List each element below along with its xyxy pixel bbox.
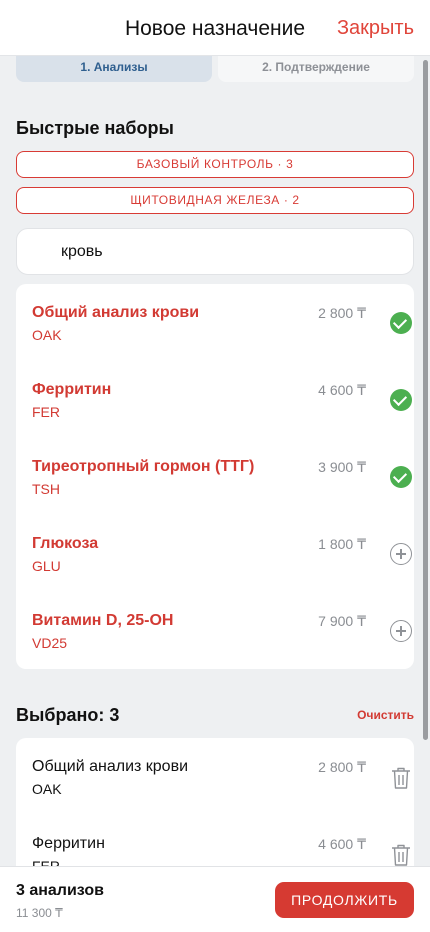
test-price: 7 900 ₸ <box>318 613 366 629</box>
test-name: Общий анализ крови <box>32 304 200 321</box>
clear-button[interactable]: Очистить <box>357 708 414 722</box>
test-code: TSH <box>32 481 60 497</box>
selected-total: 11 300 ₸ <box>16 906 63 920</box>
stepper: 1. Анализы 2. Подтверждение <box>16 56 414 82</box>
content-scroll[interactable]: 1. Анализы 2. Подтверждение Быстрые набо… <box>0 56 430 866</box>
add-circle-icon[interactable] <box>390 620 412 642</box>
selected-test-price: 4 600 ₸ <box>318 836 366 852</box>
list-item: Ферритин FER 4 600 ₸ <box>16 815 414 866</box>
close-button[interactable]: Закрыть <box>337 17 414 40</box>
test-name: Ферритин <box>32 381 112 398</box>
selected-list: Общий анализ крови OAK 2 800 ₸ Ферритин … <box>16 738 414 866</box>
check-icon[interactable] <box>390 312 412 334</box>
selected-title: Выбрано: 3 <box>16 705 120 725</box>
test-price: 1 800 ₸ <box>318 536 366 552</box>
top-bar: Новое назначение Закрыть <box>0 0 430 56</box>
list-item[interactable]: Общий анализ крови OAK 2 800 ₸ <box>16 284 414 361</box>
scrollbar[interactable] <box>423 60 428 740</box>
quick-set-thyroid[interactable]: Щитовидная железа · 2 <box>16 187 414 214</box>
list-item[interactable]: Тиреотропный гормон (ТТГ) TSH 3 900 ₸ <box>16 438 414 515</box>
check-icon[interactable] <box>390 466 412 488</box>
trash-icon[interactable] <box>390 766 412 790</box>
list-item: Общий анализ крови OAK 2 800 ₸ <box>16 738 414 815</box>
search-box[interactable] <box>16 228 414 275</box>
results-list: Общий анализ крови OAK 2 800 ₸ Ферритин … <box>16 284 414 669</box>
check-icon[interactable] <box>390 389 412 411</box>
selected-test-price: 2 800 ₸ <box>318 759 366 775</box>
test-code: VD25 <box>32 635 68 651</box>
test-name: Тиреотропный гормон (ТТГ) <box>32 458 255 475</box>
bottom-bar: 3 анализов 11 300 ₸ Продолжить <box>0 866 430 932</box>
test-code: FER <box>32 404 60 420</box>
selected-test-code: OAK <box>32 781 62 797</box>
step-confirmation[interactable]: 2. Подтверждение <box>218 56 414 82</box>
test-code: OAK <box>32 327 62 343</box>
list-item[interactable]: Ферритин FER 4 600 ₸ <box>16 361 414 438</box>
test-name: Глюкоза <box>32 535 99 552</box>
step-analyses[interactable]: 1. Анализы <box>16 56 212 82</box>
test-price: 2 800 ₸ <box>318 305 366 321</box>
list-item[interactable]: Глюкоза GLU 1 800 ₸ <box>16 515 414 592</box>
quick-set-basic-control[interactable]: Базовый контроль · 3 <box>16 151 414 178</box>
trash-icon[interactable] <box>390 843 412 866</box>
selected-test-code: FER <box>32 858 60 866</box>
selected-test-name: Ферритин <box>32 835 105 852</box>
add-circle-icon[interactable] <box>390 543 412 565</box>
test-name: Витамин D, 25-OH <box>32 612 174 629</box>
search-input[interactable] <box>61 241 391 263</box>
list-item[interactable]: Витамин D, 25-OH VD25 7 900 ₸ <box>16 592 414 669</box>
test-price: 4 600 ₸ <box>318 382 366 398</box>
test-price: 3 900 ₸ <box>318 459 366 475</box>
quick-sets-title: Быстрые наборы <box>16 118 174 138</box>
test-code: GLU <box>32 558 61 574</box>
continue-button[interactable]: Продолжить <box>275 882 414 918</box>
selected-test-name: Общий анализ крови <box>32 758 189 775</box>
selected-count: 3 анализов <box>16 882 104 899</box>
